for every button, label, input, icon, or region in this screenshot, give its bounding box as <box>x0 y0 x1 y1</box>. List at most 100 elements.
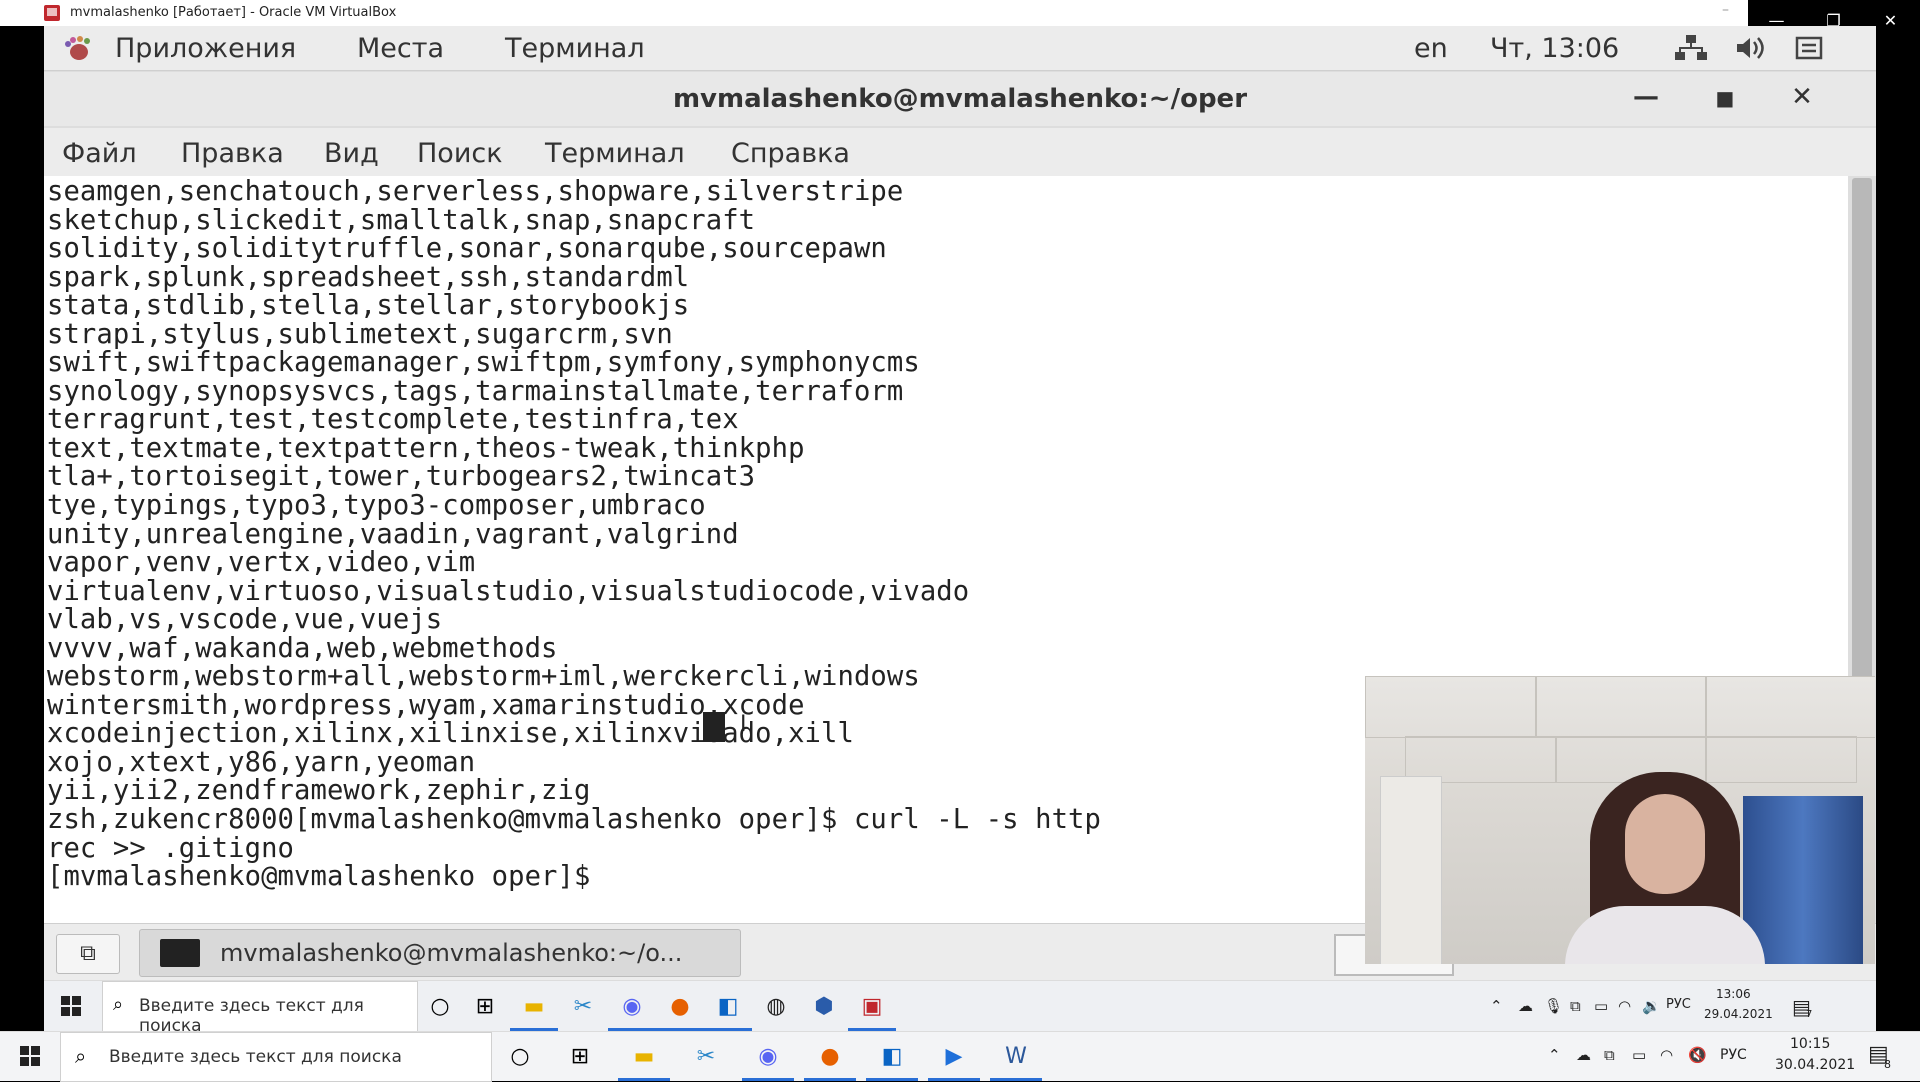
terminal-line: virtualenv,virtuoso,visualstudio,visuals… <box>47 575 970 607</box>
wifi-icon[interactable]: ◠ <box>1618 997 1631 1015</box>
onedrive-icon[interactable]: ☁ <box>1576 1046 1591 1064</box>
word-icon[interactable]: W <box>1000 1040 1032 1072</box>
tray-overflow-icon[interactable]: ⌃ <box>1548 1046 1561 1064</box>
vbox-window-title: mvmalashenko [Работает] - Oracle VM Virt… <box>70 5 397 20</box>
terminal-app-menu[interactable]: Терминал <box>505 33 645 64</box>
onedrive-icon[interactable]: ☁ <box>1518 997 1533 1015</box>
terminal-line: tla+,tortoisegit,tower,turbogears2,twinc… <box>47 461 756 493</box>
discord-icon[interactable]: ◉ <box>752 1040 784 1072</box>
obs-icon[interactable]: ◍ <box>760 990 792 1022</box>
terminal-maximize-button[interactable]: ■ <box>1705 86 1745 120</box>
terminal-line: sketchup,slickedit,smalltalk,snap,snapcr… <box>47 204 756 236</box>
firefox-icon[interactable]: ● <box>664 990 696 1022</box>
host-date[interactable]: 30.04.2021 <box>1775 1057 1855 1073</box>
terminal-line: unity,unrealengine,vaadin,vagrant,valgri… <box>47 518 739 550</box>
windows-start-icon[interactable] <box>20 1046 40 1066</box>
cortana-icon[interactable]: ○ <box>424 990 456 1022</box>
show-desktop-button[interactable]: ⧉ <box>56 934 120 974</box>
tray-overflow-icon[interactable]: ⌃ <box>1490 997 1503 1015</box>
terminal-line: wintersmith,wordpress,wyam,xamarinstudio… <box>47 689 805 721</box>
terminal-line: xcodeinjection,xilinx,xilinxise,xilinxvi… <box>47 718 854 750</box>
terminal-line: xojo,xtext,y86,yarn,yeoman <box>47 746 476 778</box>
terminal-minimize-button[interactable]: — <box>1626 82 1666 116</box>
task-view-icon[interactable]: ⊞ <box>469 990 501 1022</box>
firefox-icon[interactable]: ● <box>814 1040 846 1072</box>
terminal-line: terragrunt,test,testcomplete,testinfra,t… <box>47 404 739 436</box>
person-body <box>1565 906 1765 964</box>
vbox-minimize-icon[interactable]: – <box>1722 2 1734 20</box>
video-player-icon[interactable]: ▶ <box>938 1040 970 1072</box>
terminal-line: seamgen,senchatouch,serverless,shopware,… <box>47 176 904 207</box>
menu-edit[interactable]: Правка <box>181 138 284 169</box>
clock[interactable]: Чт, 13:06 <box>1490 33 1619 64</box>
inner-date[interactable]: 29.04.2021 <box>1704 1007 1773 1021</box>
terminal-scrollbar-thumb[interactable] <box>1852 178 1872 706</box>
host-notif-count: 8 <box>1884 1058 1891 1071</box>
window-blinds <box>1743 796 1863 964</box>
battery-icon[interactable]: ▭ <box>1632 1046 1646 1064</box>
task-view-icon[interactable]: ⊞ <box>564 1040 596 1072</box>
menu-view[interactable]: Вид <box>324 138 379 169</box>
taskbar-terminal-button[interactable]: mvmalashenko@mvmalashenko:~/o... <box>139 929 741 977</box>
inner-search-box[interactable]: ⌕ Введите здесь текст для поиска <box>102 981 418 1036</box>
places-menu[interactable]: Места <box>357 33 444 64</box>
virtualbox-icon <box>44 5 60 21</box>
ceiling-tile <box>1365 676 1537 738</box>
terminal-line: text,textmate,textpattern,theos-tweak,th… <box>47 432 805 464</box>
cortana-icon[interactable]: ○ <box>504 1040 536 1072</box>
wifi-icon[interactable]: ◠ <box>1660 1046 1673 1064</box>
snipping-tool-icon[interactable]: ✂ <box>690 1040 722 1072</box>
inner-language[interactable]: РУС <box>1666 997 1691 1012</box>
mouse-ibeam-icon: I <box>740 712 747 737</box>
search-icon: ⌕ <box>75 1044 87 1068</box>
battery-icon[interactable]: ▭ <box>1594 997 1608 1015</box>
virtualbox-taskbar-icon[interactable]: ⬢ <box>808 990 840 1022</box>
terminal-line: stata,stdlib,stella,stellar,storybookjs <box>47 290 690 322</box>
ceiling-tile <box>1535 676 1707 738</box>
terminal-line: strapi,stylus,sublimetext,sugarcrm,svn <box>47 318 673 350</box>
ceiling-tile <box>1705 736 1857 783</box>
terminal-line: tye,typings,typo3,typo3-composer,umbraco <box>47 490 706 522</box>
screen-icon[interactable]: ⧉ <box>1570 997 1581 1015</box>
power-menu-icon[interactable] <box>1794 34 1828 62</box>
volume-icon[interactable] <box>1734 34 1768 62</box>
terminal-line: synology,synopsysvcs,tags,tarmainstallma… <box>47 375 904 407</box>
snipping-tool-icon[interactable]: ✂ <box>567 990 599 1022</box>
file-explorer-icon[interactable]: ▬ <box>518 990 550 1022</box>
windows-start-icon[interactable] <box>61 996 81 1016</box>
terminal-line: vvvv,waf,wakanda,web,webmethods <box>47 632 558 664</box>
terminal-line: zsh,zukencr8000[mvmalashenko@mvmalashenk… <box>47 804 1101 836</box>
microphone-icon[interactable]: 🎙 <box>1544 997 1563 1015</box>
person-face <box>1625 794 1705 894</box>
inner-search-placeholder: Введите здесь текст для поиска <box>139 996 364 1036</box>
webcam-video <box>1365 676 1875 964</box>
keyboard-layout[interactable]: en <box>1414 33 1448 64</box>
file-explorer-icon[interactable]: ▬ <box>628 1040 660 1072</box>
search-icon: ⌕ <box>113 994 124 1015</box>
terminal-icon <box>160 939 200 967</box>
terminal-close-button[interactable]: ✕ <box>1782 82 1822 116</box>
menu-search[interactable]: Поиск <box>417 138 503 169</box>
host-search-box[interactable]: ⌕ Введите здесь текст для поиска <box>60 1032 492 1082</box>
gnome-foot-icon <box>62 36 92 62</box>
menu-help[interactable]: Справка <box>731 138 850 169</box>
discord-icon[interactable]: ◉ <box>616 990 648 1022</box>
screen-icon[interactable]: ⧉ <box>1604 1046 1615 1064</box>
network-icon[interactable] <box>1674 34 1708 62</box>
menu-terminal[interactable]: Терминал <box>545 138 685 169</box>
menu-file[interactable]: Файл <box>62 138 137 169</box>
terminal-line: [mvmalashenko@mvmalashenko oper]$ <box>47 861 607 893</box>
terminal-line: swift,swiftpackagemanager,swiftpm,symfon… <box>47 347 920 379</box>
host-windows-taskbar: ⌕ Введите здесь текст для поиска ○ ⊞ ▬ ✂… <box>0 1031 1920 1082</box>
inner-time[interactable]: 13:06 <box>1716 987 1751 1001</box>
volume-muted-icon[interactable]: 🔇 <box>1688 1046 1707 1064</box>
outlook-icon[interactable]: ◧ <box>876 1040 908 1072</box>
terminal-line: vapor,venv,vertx,video,vim <box>47 547 476 579</box>
virtualbox-running-icon[interactable]: ▣ <box>856 990 888 1022</box>
terminal-line: yii,yii2,zendframework,zephir,zig <box>47 775 591 807</box>
volume-tray-icon[interactable]: 🔉 <box>1642 997 1661 1015</box>
applications-menu[interactable]: Приложения <box>115 33 296 64</box>
host-time[interactable]: 10:15 <box>1790 1036 1830 1052</box>
outlook-icon[interactable]: ◧ <box>712 990 744 1022</box>
host-language[interactable]: РУС <box>1720 1047 1747 1063</box>
